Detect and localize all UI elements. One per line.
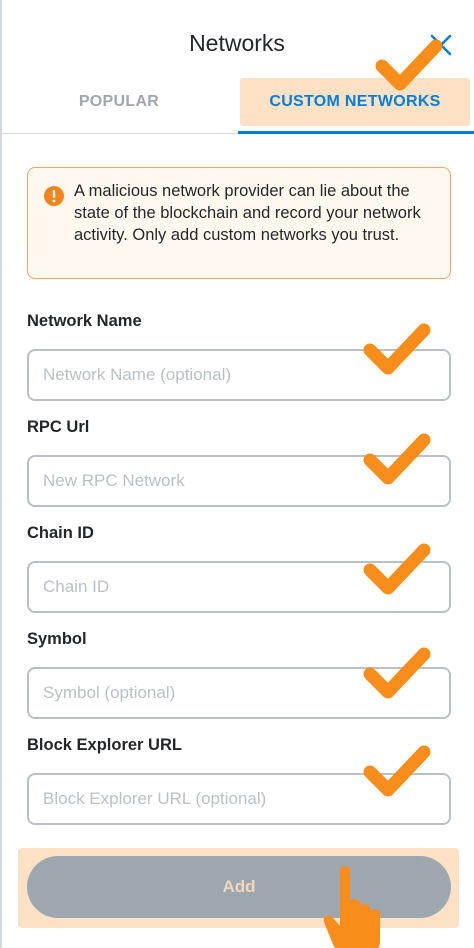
warning-icon: [44, 186, 64, 206]
add-button[interactable]: Add: [27, 856, 451, 918]
tab-popular[interactable]: POPULAR: [0, 78, 238, 126]
symbol-input[interactable]: [27, 667, 451, 719]
header: Networks: [0, 0, 474, 80]
close-icon[interactable]: [428, 32, 454, 58]
left-edge-border: [0, 0, 2, 948]
page-title: Networks: [189, 30, 285, 56]
active-tab-underline: [238, 131, 474, 134]
symbol-label: Symbol: [27, 630, 87, 648]
network-name-input[interactable]: [27, 349, 451, 401]
chain-id-label: Chain ID: [27, 524, 94, 542]
warning-text: A malicious network provider can lie abo…: [74, 182, 421, 244]
tab-custom-networks[interactable]: CUSTOM NETWORKS: [240, 78, 470, 126]
security-warning: A malicious network provider can lie abo…: [27, 167, 451, 279]
chain-id-input[interactable]: [27, 561, 451, 613]
block-explorer-url-input[interactable]: [27, 773, 451, 825]
rpc-url-input[interactable]: [27, 455, 451, 507]
network-name-label: Network Name: [27, 312, 142, 330]
rpc-url-label: RPC Url: [27, 418, 90, 436]
network-tabs: POPULAR CUSTOM NETWORKS: [0, 78, 474, 135]
block-explorer-url-label: Block Explorer URL: [27, 736, 182, 754]
